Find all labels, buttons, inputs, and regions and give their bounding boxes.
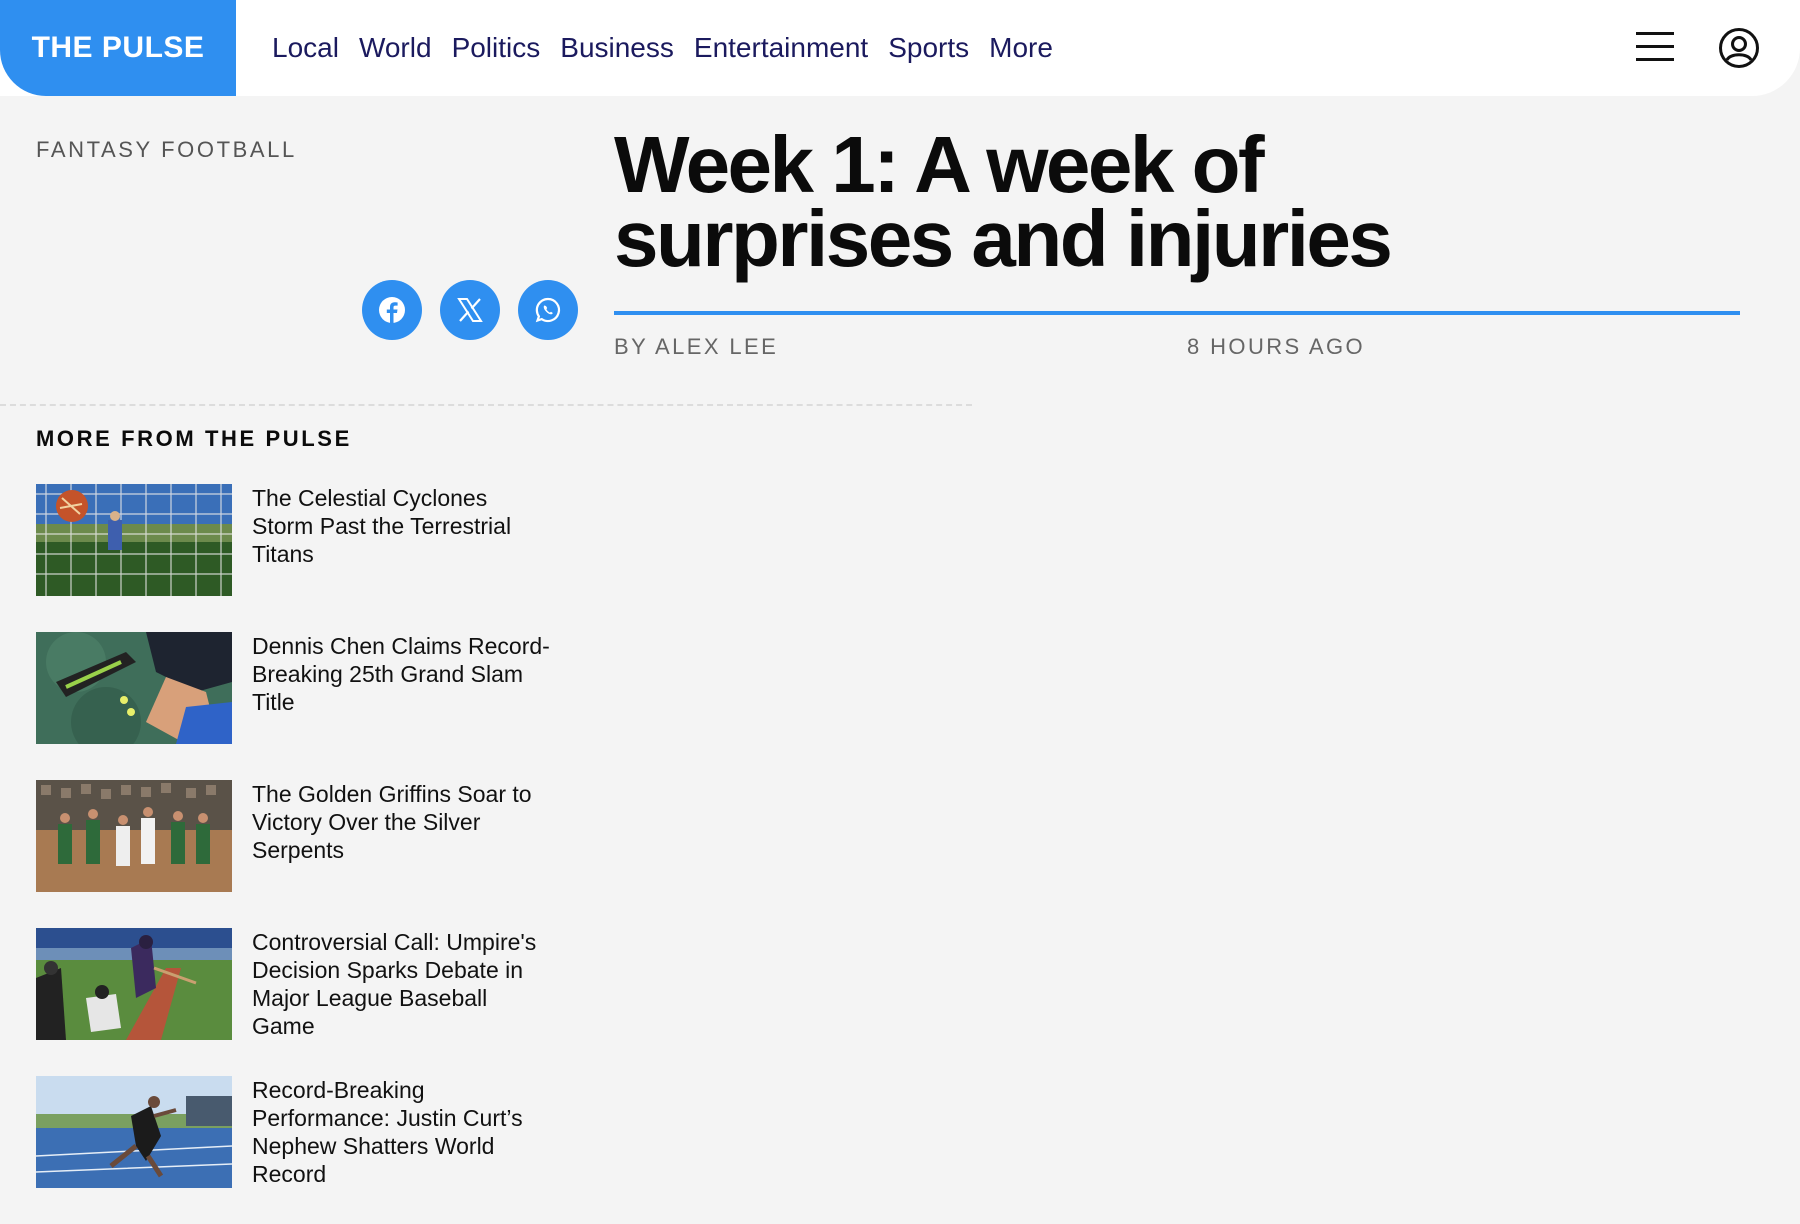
section-divider: [0, 404, 972, 406]
user-account-icon[interactable]: [1718, 27, 1760, 69]
story-item[interactable]: Controversial Call: Umpire's Decision Sp…: [36, 928, 556, 1040]
story-title[interactable]: Dennis Chen Claims Record-Breaking 25th …: [252, 632, 552, 716]
story-title[interactable]: The Golden Griffins Soar to Victory Over…: [252, 780, 552, 864]
story-thumbnail[interactable]: [36, 484, 232, 596]
nav-world[interactable]: World: [359, 32, 432, 64]
whatsapp-share-button[interactable]: [518, 280, 578, 340]
hamburger-menu-icon[interactable]: [1636, 30, 1674, 64]
x-icon: [457, 298, 483, 322]
story-item[interactable]: Record-Breaking Performance: Justin Curt…: [36, 1076, 556, 1188]
story-thumbnail[interactable]: [36, 928, 232, 1040]
share-buttons: [362, 280, 578, 340]
site-logo[interactable]: THE PULSE: [0, 0, 236, 96]
site-header: THE PULSE Local World Politics Business …: [0, 0, 1800, 96]
story-item[interactable]: The Golden Griffins Soar to Victory Over…: [36, 780, 556, 892]
more-section-title: MORE FROM THE PULSE: [36, 426, 352, 451]
nav-more[interactable]: More: [989, 32, 1053, 64]
story-thumbnail[interactable]: [36, 632, 232, 744]
story-thumbnail[interactable]: [36, 780, 232, 892]
main-nav: Local World Politics Business Entertainm…: [272, 0, 1053, 96]
headline-line-2: surprises and injuries: [614, 194, 1393, 283]
whatsapp-icon: [535, 297, 561, 323]
story-item[interactable]: Dennis Chen Claims Record-Breaking 25th …: [36, 632, 556, 744]
story-title[interactable]: The Celestial Cyclones Storm Past the Te…: [252, 484, 552, 568]
story-title[interactable]: Record-Breaking Performance: Justin Curt…: [252, 1076, 552, 1188]
nav-business[interactable]: Business: [560, 32, 674, 64]
nav-sports[interactable]: Sports: [888, 32, 969, 64]
facebook-icon: [379, 297, 405, 323]
article-timestamp: 8 HOURS AGO: [1187, 334, 1365, 359]
nav-local[interactable]: Local: [272, 32, 339, 64]
nav-entertainment[interactable]: Entertainment: [694, 32, 868, 64]
story-thumbnail[interactable]: [36, 1076, 232, 1188]
facebook-share-button[interactable]: [362, 280, 422, 340]
article-headline: Week 1: A week of surprises and injuries: [614, 125, 1744, 279]
story-item[interactable]: The Celestial Cyclones Storm Past the Te…: [36, 484, 556, 596]
headline-rule: [614, 311, 1740, 315]
story-title[interactable]: Controversial Call: Umpire's Decision Sp…: [252, 928, 552, 1040]
article-category[interactable]: FANTASY FOOTBALL: [36, 137, 297, 163]
nav-politics[interactable]: Politics: [452, 32, 541, 64]
x-share-button[interactable]: [440, 280, 500, 340]
article-byline[interactable]: BY ALEX LEE: [614, 334, 778, 360]
